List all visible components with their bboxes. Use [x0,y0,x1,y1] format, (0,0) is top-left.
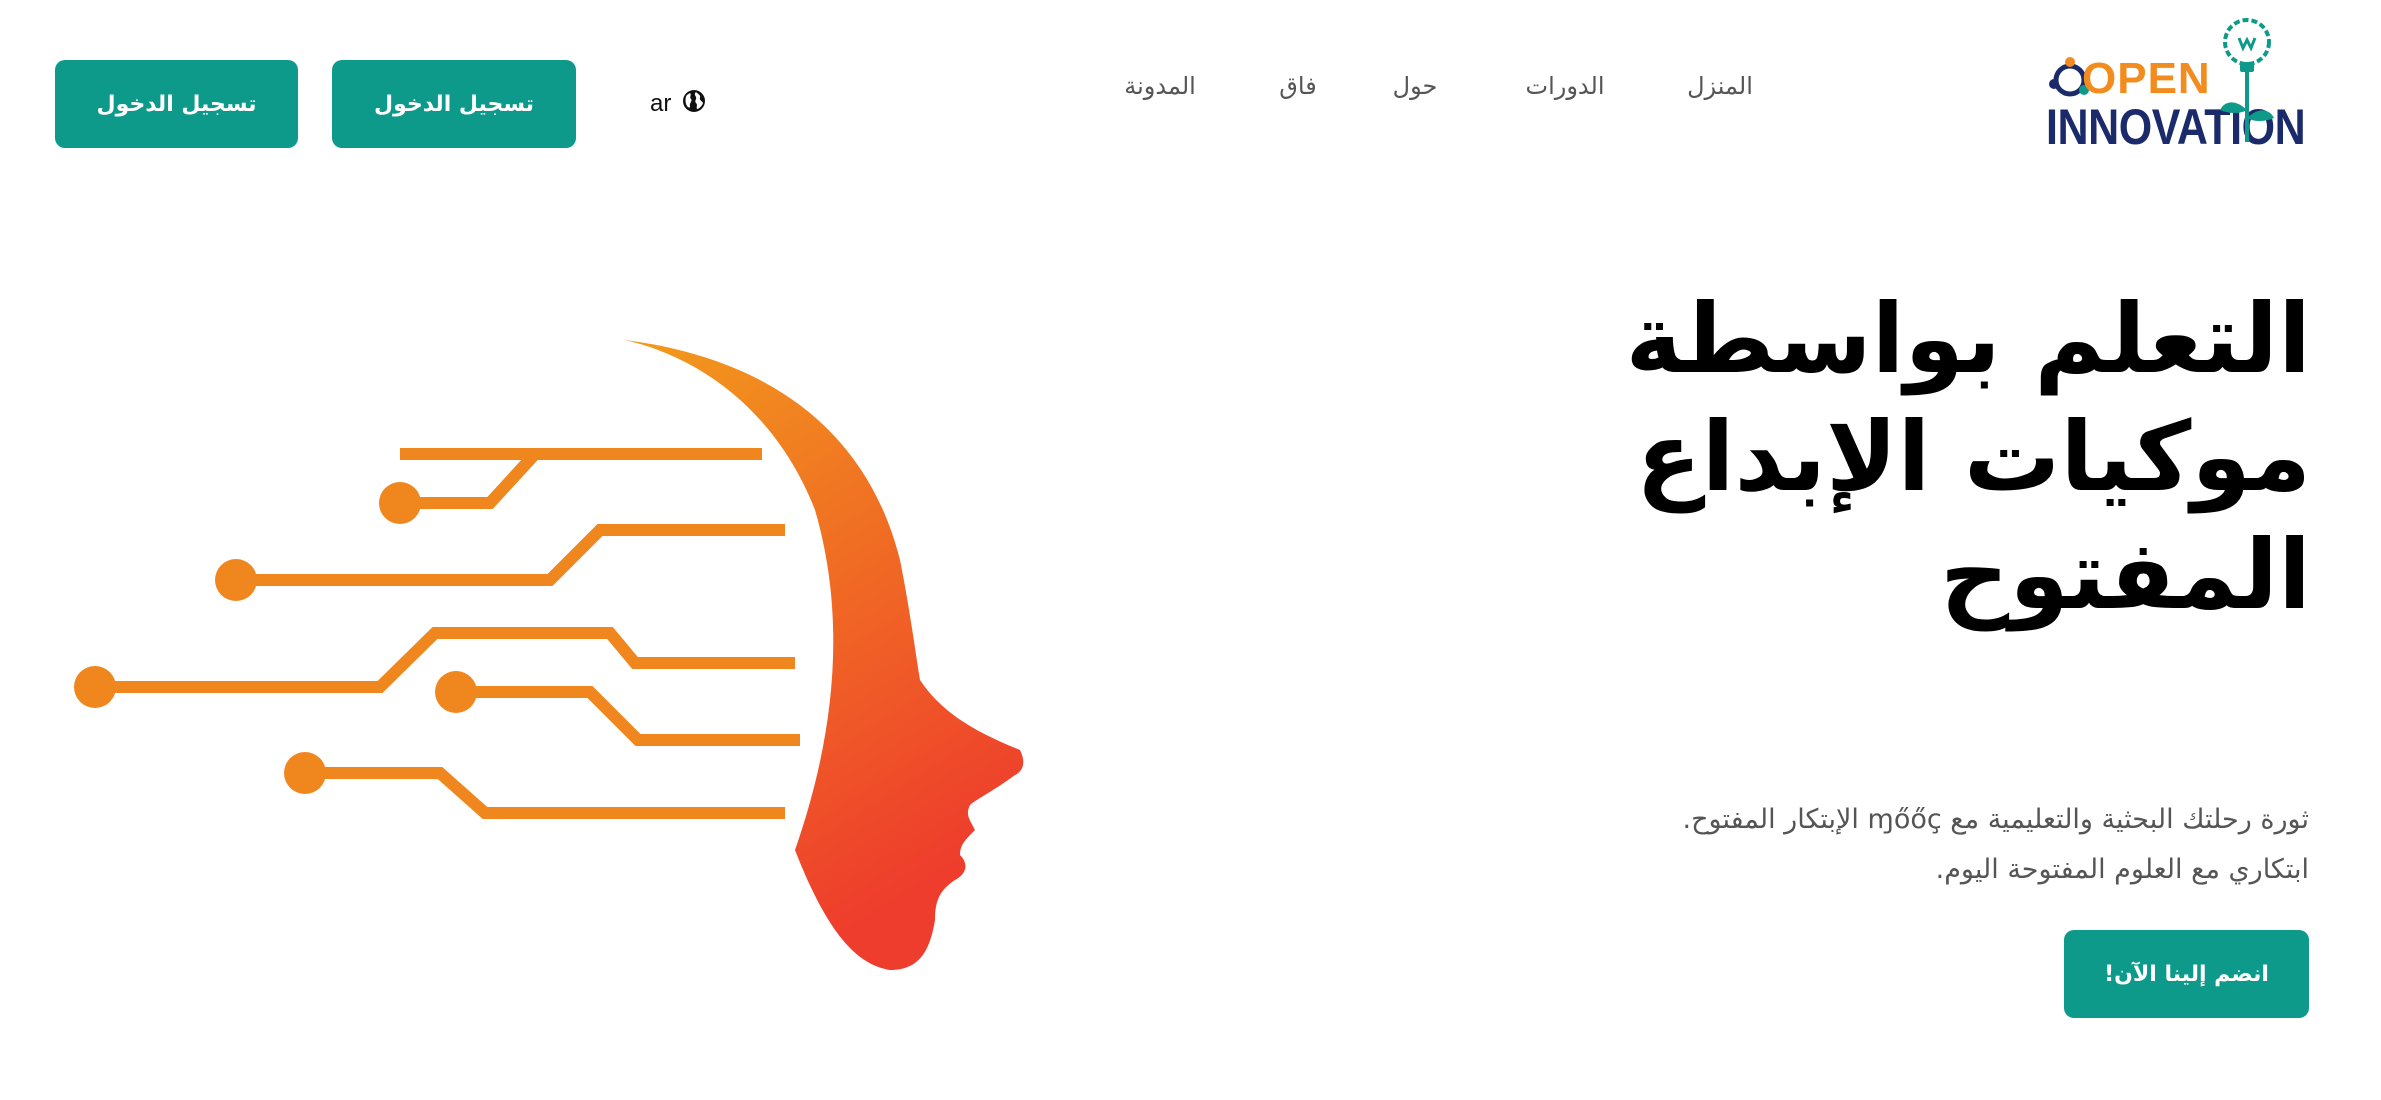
nav-link-blog[interactable]: المدونة [1110,68,1210,104]
nav-link-home[interactable]: المنزل [1680,68,1760,104]
hero-subtitle: ثورة رحلتك البحثية والتعليمية مع ɱőőç ال… [1682,804,2310,885]
join-now-button[interactable]: انضم إلينا الآن! [2064,930,2309,1018]
nav-link-courses[interactable]: الدورات [1515,68,1615,104]
login-button-secondary[interactable]: تسجيل الدخول [332,60,576,148]
site-logo[interactable]: OPEN INNOVATION [2040,14,2330,155]
language-selector[interactable]: ar [650,86,707,122]
nav-link-about[interactable]: حول [1385,68,1445,104]
language-label: ar [650,90,672,117]
login-button[interactable]: تسجيل الدخول [55,60,298,148]
nav-link-faq[interactable]: فاق [1268,68,1328,104]
logo-text-open: OPEN [2082,54,2211,103]
circuit-head-illustration [74,340,1024,970]
lightbulb-icon [2220,18,2274,142]
globe-icon [681,88,707,121]
hero-title: التعلم بواسطة موكيات الإبداع المفتوح [1625,283,2312,631]
